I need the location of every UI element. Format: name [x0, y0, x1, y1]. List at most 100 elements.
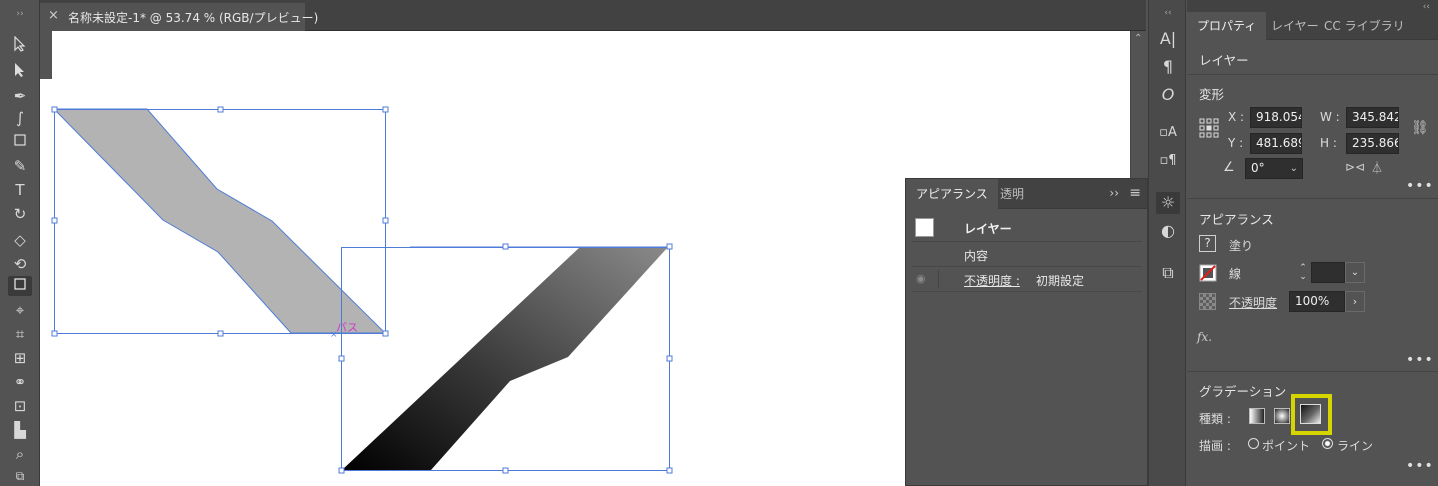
tools-panel: ›› ✒ ∫ ✎ T ↻ ◇ ⟲ ⌖ ⌗ ⊞ ⚭ ⊡ ▙ ⌕ ⧉ [0, 0, 40, 486]
gradient-more-options-icon[interactable]: ••• [1406, 458, 1434, 474]
contents-label: 内容 [964, 249, 989, 263]
fill-stroke-swap-icon[interactable]: ⧉ [8, 466, 32, 486]
appearance-panel-tabs: アピアランス 透明 ›› ≡ [906, 179, 1147, 209]
appearance-section-title: アピアランス [1199, 212, 1274, 227]
gradient-draw-label: 描画 : [1199, 439, 1231, 453]
height-label: H : [1320, 136, 1337, 150]
tab-transparency[interactable]: 透明 [990, 179, 1034, 209]
transparency-panel-icon[interactable]: ◐ [1156, 220, 1180, 242]
zoom-tool-icon[interactable]: ⌕ [8, 444, 32, 464]
point-radio[interactable] [1248, 438, 1259, 449]
tab-appearance[interactable]: アピアランス [906, 179, 998, 209]
stroke-none-swatch-icon[interactable] [1199, 264, 1217, 285]
x-position-field[interactable]: 918.054 [1250, 107, 1302, 128]
x-label: X : [1228, 110, 1245, 124]
character-panel-icon[interactable]: A| [1156, 28, 1180, 50]
fill-swatch-unknown-icon[interactable]: ? [1199, 235, 1216, 252]
linear-gradient-icon[interactable] [1249, 408, 1265, 424]
direct-selection-tool-icon[interactable] [8, 62, 32, 82]
free-transform-tool-icon[interactable] [8, 276, 32, 296]
svg-text:×: × [330, 330, 338, 340]
tab-cc-libraries[interactable]: CC ライブラリ [1314, 12, 1415, 40]
document-title: 名称未設定-1* @ 53.74 % (RGB/プレビュー) [68, 11, 319, 25]
opacity-field[interactable]: 100% [1289, 291, 1345, 312]
fx-effects-icon[interactable]: fx. [1197, 330, 1212, 344]
y-position-field[interactable]: 481.689 [1250, 133, 1302, 154]
type-tool-icon[interactable]: T [8, 180, 32, 200]
gradient-section-title: グラデーション [1199, 384, 1287, 399]
opentype-panel-icon[interactable]: O [1156, 84, 1180, 106]
stroke-weight-stepper[interactable]: ⌃ ⌄ [1295, 262, 1311, 283]
panel-icon-strip: ‹‹ A| ¶ O ▫A ▫¶ ☼ ◐ ⧉ [1148, 0, 1186, 486]
flip-vertical-icon[interactable]: ⏃ [1371, 159, 1383, 176]
angle-icon: ∠ [1223, 160, 1235, 175]
rotate-tool-icon[interactable]: ↻ [8, 204, 32, 224]
selection-type-label: レイヤー [1199, 53, 1249, 68]
appearance-panel-icon[interactable]: ☼ [1156, 192, 1180, 214]
width-tool-icon[interactable]: ⟲ [8, 254, 32, 274]
line-option-label: ライン [1337, 439, 1374, 453]
constrain-proportions-icon[interactable]: ⛓ [1411, 120, 1429, 136]
paragraph-styles-icon[interactable]: ▫¶ [1156, 150, 1180, 172]
mesh-tool-icon[interactable]: ⊞ [8, 348, 32, 368]
reference-point-icon[interactable] [1199, 118, 1219, 141]
y-label: Y : [1228, 136, 1244, 150]
properties-panel-tabs: ‹‹ プロパティ レイヤー CC ライブラリ [1187, 0, 1438, 40]
paragraph-panel-icon[interactable]: ¶ [1156, 56, 1180, 78]
close-tab-icon[interactable]: × [48, 8, 59, 23]
iconstrip-collapse-icon[interactable]: ‹‹ [1156, 2, 1180, 24]
appearance-contents-row[interactable]: 内容 [912, 242, 1142, 267]
panel-collapse-icon[interactable]: ›› [1109, 186, 1119, 200]
opacity-link[interactable]: 不透明度 : [964, 272, 1020, 289]
character-styles-icon[interactable]: ▫A [1156, 122, 1180, 144]
stroke-weight-field[interactable] [1311, 262, 1345, 283]
appearance-opacity-row[interactable]: ◉ 不透明度 : 初期設定 [912, 267, 1142, 292]
visibility-eye-icon[interactable]: ◉ [916, 272, 926, 285]
layer-label: レイヤー [964, 222, 1012, 236]
transform-section-title: 変形 [1199, 87, 1225, 102]
selection-tool-icon[interactable] [8, 35, 32, 56]
gradient-type-label: 種類 : [1199, 412, 1231, 426]
opacity-slider-toggle-icon[interactable]: › [1345, 291, 1365, 312]
blend-tool-icon[interactable]: ⚭ [8, 372, 32, 392]
pen-tool-icon[interactable]: ✒ [8, 86, 32, 106]
stroke-weight-dropdown-icon[interactable]: ⌄ [1345, 262, 1365, 283]
line-radio[interactable] [1322, 438, 1333, 449]
toolbar-collapse-icon[interactable]: ›› [8, 4, 32, 24]
path-hint-label: パス [336, 321, 358, 334]
appearance-layer-row[interactable]: レイヤー [912, 215, 1142, 242]
rotation-angle-field[interactable]: 0° ⌄ [1245, 158, 1303, 179]
stroke-label: 線 [1229, 267, 1242, 281]
pencil-tool-icon[interactable]: ✎ [8, 156, 32, 176]
width-field[interactable]: 345.842 [1346, 107, 1399, 128]
radial-gradient-icon[interactable] [1274, 408, 1290, 424]
opacity-checker-icon [1199, 293, 1216, 310]
curvature-tool-icon[interactable]: ∫ [8, 108, 32, 128]
appearance-panel: アピアランス 透明 ›› ≡ レイヤー 内容 ◉ 不透明度 : 初期設定 [905, 178, 1148, 486]
shape-builder-tool-icon[interactable]: ⌖ [8, 300, 32, 320]
opacity-link[interactable]: 不透明度 [1229, 294, 1277, 311]
perspective-tool-icon[interactable]: ⌗ [8, 324, 32, 344]
document-tab-bar: × 名称未設定-1* @ 53.74 % (RGB/プレビュー) [40, 0, 1146, 31]
panel-menu-icon[interactable]: ≡ [1129, 185, 1141, 201]
opacity-default-value: 初期設定 [1036, 274, 1085, 288]
appearance-more-options-icon[interactable]: ••• [1406, 352, 1434, 368]
layers-stack-icon[interactable]: ⧉ [1156, 262, 1180, 284]
point-option-label: ポイント [1262, 439, 1311, 453]
scroll-up-icon[interactable]: ⌃ [1134, 33, 1142, 44]
props-collapse-icon[interactable]: ‹‹ [1423, 2, 1430, 12]
artboard-tool-icon[interactable]: ⊡ [8, 396, 32, 416]
tab-properties[interactable]: プロパティ [1187, 12, 1267, 40]
angle-dropdown-icon[interactable]: ⌄ [1290, 159, 1298, 178]
width-label: W : [1320, 110, 1340, 124]
eraser-tool-icon[interactable]: ◇ [8, 230, 32, 250]
flip-horizontal-icon[interactable]: ⊳⊲ [1345, 160, 1365, 174]
fill-label: 塗り [1229, 239, 1254, 253]
height-field[interactable]: 235.866 [1346, 133, 1399, 154]
graph-tool-icon[interactable]: ▙ [8, 420, 32, 440]
transform-more-options-icon[interactable]: ••• [1406, 178, 1434, 194]
rectangle-tool-icon[interactable] [8, 132, 32, 152]
freeform-gradient-icon[interactable] [1300, 404, 1321, 424]
properties-panel: ‹‹ プロパティ レイヤー CC ライブラリ レイヤー 変形 X : 918.0… [1187, 0, 1438, 486]
document-tab[interactable]: × 名称未設定-1* @ 53.74 % (RGB/プレビュー) [40, 3, 318, 31]
